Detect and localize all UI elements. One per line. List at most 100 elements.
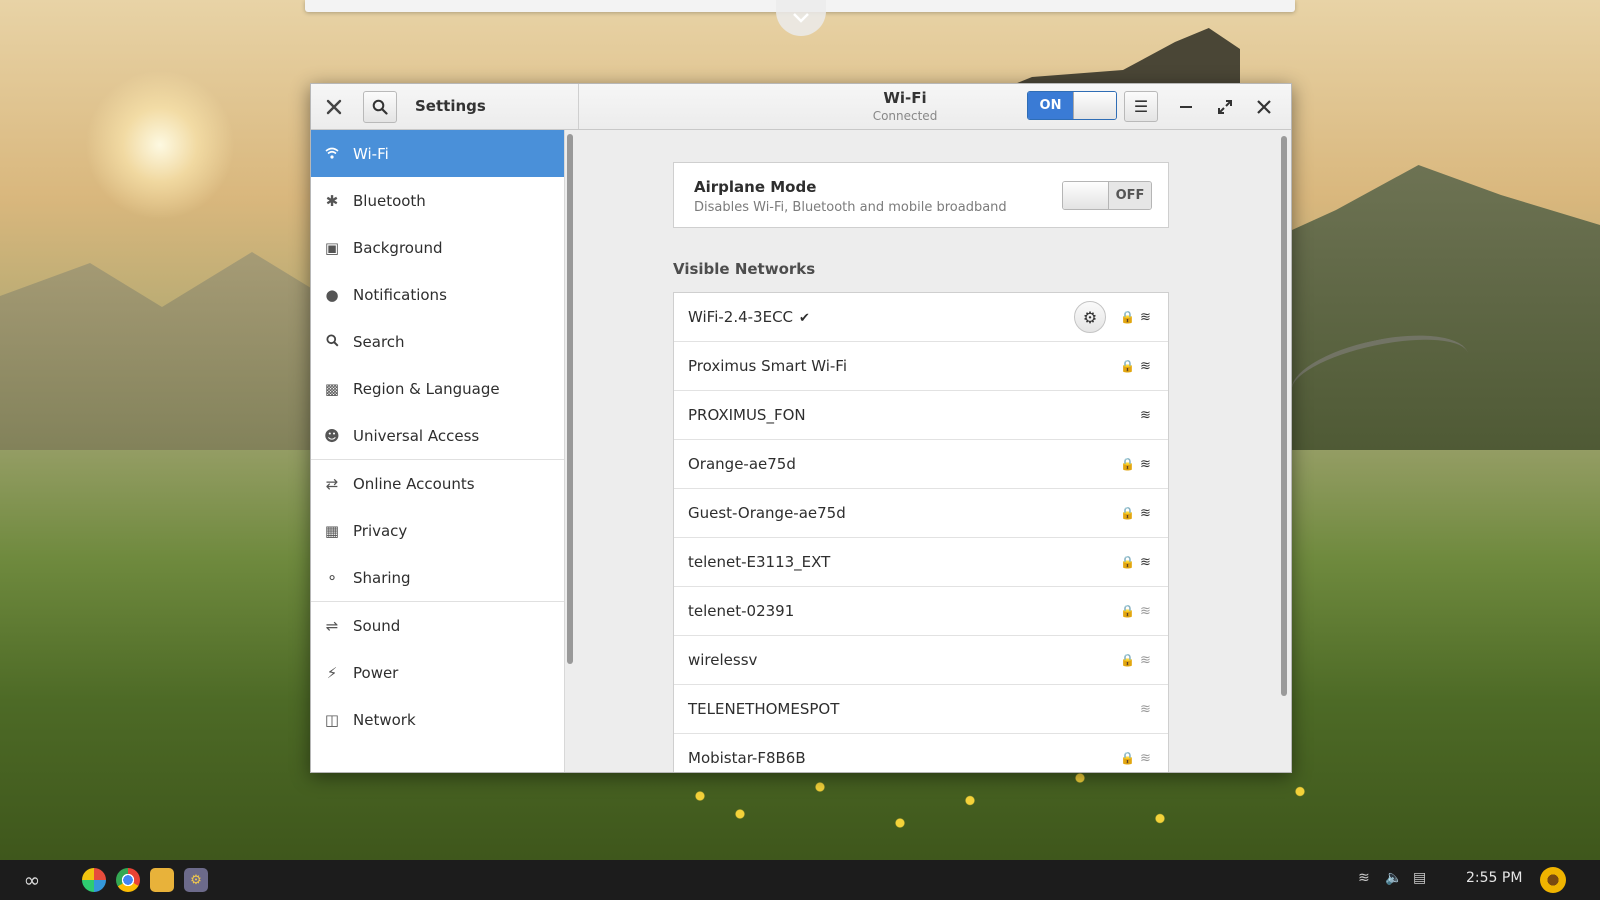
network-list: WiFi-2.4-3ECC ✔ ⚙ 🔒 ≋ Proximus Smart Wi-F… — [673, 292, 1169, 772]
content-scrollbar[interactable] — [1281, 136, 1287, 696]
airplane-mode-title: Airplane Mode — [694, 178, 817, 196]
sidebar-item-sound[interactable]: ⇌ Sound — [311, 602, 564, 649]
visible-networks-heading: Visible Networks — [673, 260, 816, 278]
lock-icon: 🔒 — [1120, 653, 1135, 667]
sidebar-item-label: Wi-Fi — [353, 144, 389, 163]
wifi-signal-icon: ≋ — [1140, 358, 1151, 374]
airplane-mode-toggle[interactable]: OFF — [1062, 181, 1152, 210]
sidebar-item-label: Sharing — [353, 568, 411, 587]
tools-icon[interactable] — [319, 92, 349, 122]
network-row[interactable]: Proximus Smart Wi-Fi 🔒 ≋ — [674, 342, 1168, 391]
settings-app-icon[interactable]: ⚙ — [184, 868, 208, 892]
sidebar-item-sharing[interactable]: ⚬ Sharing — [311, 554, 564, 602]
wifi-signal-icon: ≋ — [1140, 456, 1151, 472]
sidebar-item-wifi[interactable]: Wi-Fi — [311, 130, 564, 177]
network-row[interactable]: wirelessv 🔒 ≋ — [674, 636, 1168, 685]
taskbar: ∞ ⚙ ≋ 🔈 ▤ 2:55 PM — [0, 860, 1600, 900]
minimize-icon — [1180, 106, 1192, 108]
tray-clipboard-icon[interactable]: ▤ — [1413, 870, 1426, 886]
sidebar-item-search[interactable]: Search — [311, 318, 564, 365]
wifi-signal-icon: ≋ — [1140, 505, 1151, 521]
network-row[interactable]: Guest-Orange-ae75d 🔒 ≋ — [674, 489, 1168, 538]
wifi-panel: Airplane Mode Disables Wi-Fi, Bluetooth … — [579, 130, 1279, 772]
search-button[interactable] — [363, 91, 397, 123]
lock-icon: 🔒 — [1120, 359, 1135, 373]
lock-icon: 🔒 — [1120, 457, 1135, 471]
panel-subtitle: Connected — [872, 109, 938, 123]
sidebar-item-power[interactable]: ⚡ Power — [311, 649, 564, 696]
clock[interactable]: 2:55 PM — [1466, 870, 1522, 886]
network-name: Orange-ae75d — [688, 455, 796, 473]
wallpaper-mountain-left — [0, 252, 360, 450]
chrome-icon[interactable] — [116, 868, 140, 892]
wallpaper-flowers — [600, 760, 1600, 850]
network-row[interactable]: telenet-E3113_EXT 🔒 ≋ — [674, 538, 1168, 587]
sidebar-item-notifications[interactable]: ● Notifications — [311, 271, 564, 318]
maximize-icon — [1218, 100, 1232, 114]
network-name: WiFi-2.4-3ECC ✔ — [688, 308, 810, 326]
network-icon: ◫ — [324, 710, 340, 729]
panel-title-text: Wi-Fi — [883, 89, 927, 107]
sidebar-item-network[interactable]: ◫ Network — [311, 696, 564, 743]
sidebar-item-privacy[interactable]: ▦ Privacy — [311, 507, 564, 554]
sidebar-item-label: Sound — [353, 616, 401, 635]
wifi-toggle[interactable]: ON — [1027, 91, 1117, 120]
network-row[interactable]: PROXIMUS_FON ≋ — [674, 391, 1168, 440]
app-store-icon[interactable] — [82, 868, 106, 892]
wifi-signal-icon: ≋ — [1140, 652, 1151, 668]
lock-icon: 🔒 — [1120, 310, 1135, 324]
lock-icon: 🔒 — [1120, 751, 1135, 765]
titlebar: Settings Wi-Fi Connected ON ☰ — [311, 84, 1291, 130]
sidebar-item-region[interactable]: ▩ Region & Language — [311, 365, 564, 412]
wallpaper-sun — [85, 70, 235, 220]
online-accounts-icon: ⇄ — [325, 474, 339, 493]
network-row[interactable]: TELENETHOMESPOT ≋ — [674, 685, 1168, 734]
wifi-signal-icon: ≋ — [1140, 701, 1151, 717]
close-icon — [1257, 100, 1271, 114]
minimize-button[interactable] — [1171, 92, 1201, 122]
sidebar-item-label: Background — [353, 238, 443, 257]
network-row[interactable]: Mobistar-F8B6B 🔒 ≋ — [674, 734, 1168, 772]
wifi-toggle-label: ON — [1028, 92, 1073, 119]
network-name: TELENETHOMESPOT — [688, 700, 840, 718]
sidebar-item-label: Power — [353, 663, 399, 682]
sidebar-item-label: Online Accounts — [353, 474, 475, 493]
airplane-toggle-knob — [1063, 182, 1109, 209]
network-name: Guest-Orange-ae75d — [688, 504, 846, 522]
sidebar-item-label: Bluetooth — [353, 191, 426, 210]
region-icon: ▩ — [324, 379, 340, 398]
network-row[interactable]: WiFi-2.4-3ECC ✔ ⚙ 🔒 ≋ — [674, 293, 1168, 342]
network-settings-button[interactable]: ⚙ — [1074, 301, 1106, 333]
wifi-signal-icon: ≋ — [1140, 407, 1151, 423]
sidebar-item-bluetooth[interactable]: ✱ Bluetooth — [311, 177, 564, 224]
sidebar-item-background[interactable]: ▣ Background — [311, 224, 564, 271]
chevron-down-icon[interactable] — [776, 0, 826, 36]
network-name: telenet-E3113_EXT — [688, 553, 831, 571]
sidebar-item-label: Search — [353, 332, 405, 351]
accessibility-icon: ☻ — [324, 426, 340, 445]
wifi-signal-icon: ≋ — [1140, 603, 1151, 619]
airplane-mode-row: Airplane Mode Disables Wi-Fi, Bluetooth … — [673, 162, 1169, 228]
network-name: wirelessv — [688, 651, 758, 669]
search-icon — [311, 333, 353, 351]
share-icon: ⚬ — [325, 568, 339, 587]
sidebar-item-universal-access[interactable]: ☻ Universal Access — [311, 412, 564, 460]
sidebar-item-label: Region & Language — [353, 379, 500, 398]
sidebar-item-label: Universal Access — [353, 426, 480, 445]
sidebar-item-online-accounts[interactable]: ⇄ Online Accounts — [311, 460, 564, 507]
menu-button[interactable]: ☰ — [1124, 91, 1158, 122]
close-button[interactable] — [1249, 92, 1279, 122]
lock-icon: 🔒 — [1120, 506, 1135, 520]
tray-wifi-icon[interactable]: ≋ — [1358, 870, 1370, 886]
network-row[interactable]: telenet-02391 🔒 ≋ — [674, 587, 1168, 636]
wifi-signal-icon: ≋ — [1140, 309, 1151, 325]
launcher-icon[interactable]: ∞ — [16, 868, 48, 892]
wifi-signal-icon: ≋ — [1140, 554, 1151, 570]
network-row[interactable]: Orange-ae75d 🔒 ≋ — [674, 440, 1168, 489]
tray-volume-icon[interactable]: 🔈 — [1385, 870, 1402, 886]
sidebar-scrollbar[interactable] — [567, 134, 573, 664]
sunflower-icon[interactable] — [1540, 867, 1566, 893]
maximize-button[interactable] — [1210, 92, 1240, 122]
network-name: Proximus Smart Wi-Fi — [688, 357, 848, 375]
files-icon[interactable] — [150, 868, 174, 892]
